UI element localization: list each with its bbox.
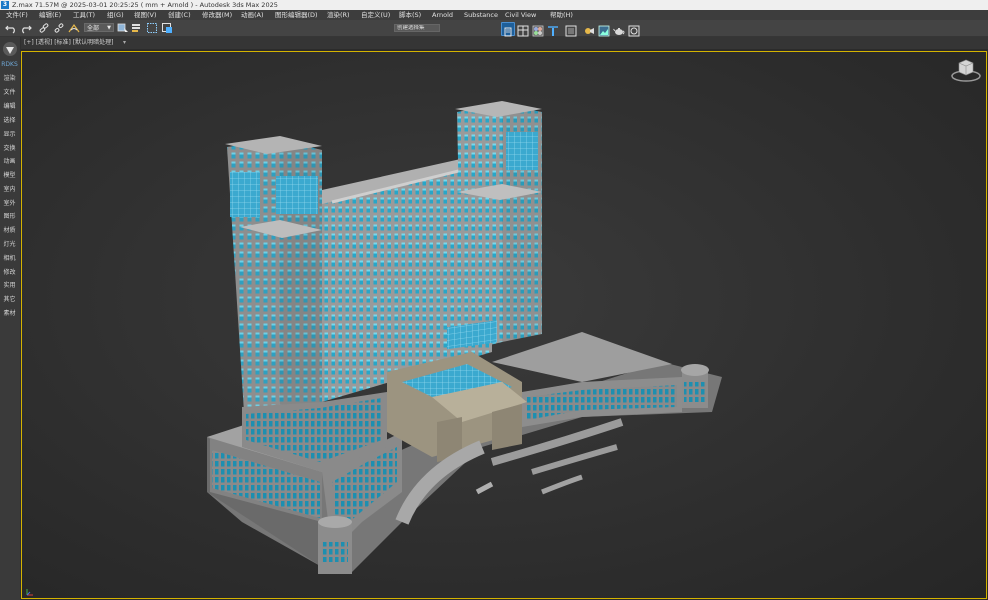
viewport-filter-menu[interactable]: ▾ xyxy=(123,37,126,49)
bind-space-warp-icon xyxy=(68,23,80,33)
left-custom-panel: RDKS 渲染 文件 编辑 选择 显示 交换 动画 模型 室内 室外 图形 材质… xyxy=(0,37,21,600)
layer-explorer-icon xyxy=(517,25,529,37)
window-crossing-button[interactable] xyxy=(161,22,173,34)
menu-scripting[interactable]: 脚本(S) xyxy=(399,10,421,20)
select-by-name-icon xyxy=(132,24,140,32)
render-in-cloud-icon xyxy=(628,25,640,37)
menu-help[interactable]: 帮助(H) xyxy=(550,10,573,20)
rectangular-selection-button[interactable] xyxy=(146,22,158,34)
menu-customize[interactable]: 自定义(U) xyxy=(361,10,390,20)
menu-bar: 文件(F) 编辑(E) 工具(T) 组(G) 视图(V) 创建(C) 修改器(M… xyxy=(0,10,988,20)
sidebar-item-utilities[interactable]: 实用 xyxy=(0,282,19,290)
unlink-selection-button[interactable] xyxy=(53,22,65,34)
sidebar-item-assets[interactable]: 素材 xyxy=(0,310,19,318)
select-by-name-button[interactable] xyxy=(131,22,143,34)
menu-civil-view[interactable]: Civil View xyxy=(505,10,536,20)
chevron-down-icon: ▼ xyxy=(107,25,111,31)
window-title: Z.max 71.57M @ 2025-03-01 20:25:25 ( mm … xyxy=(12,1,278,9)
rendered-frame-window-icon xyxy=(598,25,610,37)
named-selection-sets-input[interactable]: 创建选择集 xyxy=(394,24,440,32)
select-and-link-button[interactable] xyxy=(38,22,50,34)
render-setup-icon xyxy=(585,28,594,34)
align-button[interactable] xyxy=(547,22,559,36)
undo-button[interactable] xyxy=(5,22,17,34)
selection-filter-dropdown[interactable]: 全部 ▼ xyxy=(84,23,114,32)
sidebar-item-other[interactable]: 其它 xyxy=(0,296,19,304)
sidebar-item-select[interactable]: 选择 xyxy=(0,117,19,125)
redo-button[interactable] xyxy=(20,22,32,34)
sidebar-item-display[interactable]: 显示 xyxy=(0,131,19,139)
perspective-viewport[interactable] xyxy=(21,51,987,599)
render-production-button[interactable] xyxy=(613,22,625,35)
unlink-icon xyxy=(54,23,64,33)
viewport-label-bar: [+] [透视] [标准] [默认明暗处理] ▾ xyxy=(21,37,988,49)
panel-header: RDKS xyxy=(1,61,18,68)
sidebar-item-shapes[interactable]: 图形 xyxy=(0,213,19,221)
menu-animation[interactable]: 动画(A) xyxy=(241,10,264,20)
menu-graph-editors[interactable]: 图形编辑器(D) xyxy=(275,10,318,20)
sidebar-item-file[interactable]: 文件 xyxy=(0,89,19,97)
link-icon xyxy=(39,23,49,33)
window-crossing-icon xyxy=(162,23,172,33)
menu-tools[interactable]: 工具(T) xyxy=(73,10,95,20)
sidebar-item-exchange[interactable]: 交换 xyxy=(0,145,19,153)
viewport-label-menu[interactable]: [+] [透视] [标准] [默认明暗处理] xyxy=(24,37,113,49)
render-in-cloud-button[interactable] xyxy=(628,22,640,37)
rendered-frame-window-button[interactable] xyxy=(598,22,610,37)
sidebar-item-animation[interactable]: 动画 xyxy=(0,158,19,166)
schematic-view-button[interactable] xyxy=(565,22,577,37)
menu-edit[interactable]: 编辑(E) xyxy=(39,10,61,20)
sidebar-item-material[interactable]: 材质 xyxy=(0,227,19,235)
menu-file[interactable]: 文件(F) xyxy=(6,10,28,20)
material-editor-icon xyxy=(532,25,544,37)
building-model xyxy=(207,101,722,574)
align-icon xyxy=(548,26,558,36)
teapot-icon xyxy=(613,28,625,35)
title-bar: 3 Z.max 71.57M @ 2025-03-01 20:25:25 ( m… xyxy=(0,0,988,10)
plugin-logo-icon[interactable] xyxy=(3,42,17,56)
menu-create[interactable]: 创建(C) xyxy=(168,10,191,20)
menu-group[interactable]: 组(G) xyxy=(107,10,124,20)
layer-explorer-button[interactable] xyxy=(517,22,529,37)
sidebar-item-render[interactable]: 渲染 xyxy=(0,75,19,83)
toggle-scene-explorer-button[interactable] xyxy=(501,22,515,37)
sidebar-item-edit[interactable]: 编辑 xyxy=(0,103,19,111)
bind-space-warp-button[interactable] xyxy=(68,22,80,34)
sidebar-item-exterior[interactable]: 室外 xyxy=(0,200,19,208)
main-toolbar: 全部 ▼ 创建选择集 xyxy=(0,20,988,37)
selection-filter-value: 全部 xyxy=(87,25,100,32)
sidebar-item-model[interactable]: 模型 xyxy=(0,172,19,180)
axis-tripod-icon xyxy=(26,589,33,596)
schematic-view-icon xyxy=(565,25,577,37)
sidebar-item-modify[interactable]: 修改 xyxy=(0,269,19,277)
undo-icon xyxy=(5,25,15,34)
render-setup-button[interactable] xyxy=(583,22,595,34)
menu-rendering[interactable]: 渲染(R) xyxy=(327,10,350,20)
viewcube-icon[interactable] xyxy=(950,55,982,83)
select-object-button[interactable] xyxy=(117,22,129,34)
menu-modifiers[interactable]: 修改器(M) xyxy=(202,10,232,20)
sidebar-item-camera[interactable]: 相机 xyxy=(0,255,19,263)
sidebar-item-interior[interactable]: 室内 xyxy=(0,186,19,194)
menu-substance[interactable]: Substance xyxy=(464,10,498,20)
redo-icon xyxy=(22,25,32,34)
select-object-icon xyxy=(117,23,128,32)
menu-arnold[interactable]: Arnold xyxy=(432,10,453,20)
sidebar-item-lights[interactable]: 灯光 xyxy=(0,241,19,249)
rectangular-selection-icon xyxy=(147,23,157,33)
material-editor-button[interactable] xyxy=(532,22,544,37)
menu-view[interactable]: 视图(V) xyxy=(134,10,157,20)
app-icon[interactable]: 3 xyxy=(1,1,9,9)
